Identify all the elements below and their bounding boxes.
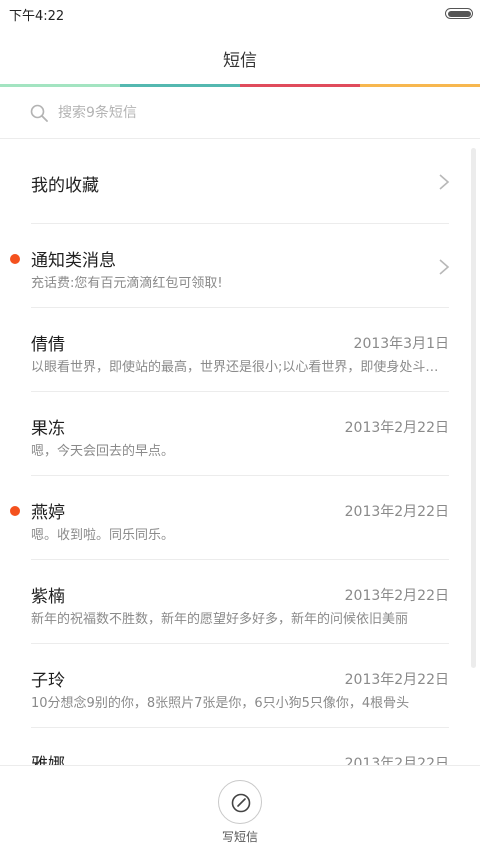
chevron-right-icon <box>439 259 450 275</box>
conversation-date: 2013年2月22日 <box>344 588 449 604</box>
status-time: 下午4:22 <box>9 9 65 24</box>
messages-screen: 下午4:22 短信 我的收藏通知类消息充话费:您有百元滴滴红包可领取!倩倩以眼看… <box>0 0 480 853</box>
conversation-title: 雅娜 <box>31 755 65 765</box>
conversation-row[interactable]: 我的收藏 <box>0 140 480 224</box>
bottom-bar: 写短信 <box>0 765 480 853</box>
status-bar: 下午4:22 <box>0 0 480 28</box>
compose-icon <box>231 793 251 813</box>
conversation-row[interactable]: 雅娜 2013年2月22日 <box>0 728 480 765</box>
conversation-list[interactable]: 我的收藏 通知类消息 充话费:您有百元滴滴红包可领取! 倩倩 以眼看世界，即使站的最高，… <box>0 140 480 765</box>
conversation-date: 2013年2月22日 <box>344 672 449 688</box>
conversation-date: 2013年2月22日 <box>344 756 449 765</box>
conversation-title: 果冻 <box>31 419 65 439</box>
conversation-preview: 10分想念9别的你，8张照片7张是你，6只小狗5只像你，4根骨头 <box>31 696 410 711</box>
conversation-date: 2013年2月22日 <box>344 504 449 520</box>
search-input[interactable] <box>58 101 438 125</box>
compose-label: 写短信 <box>221 830 258 844</box>
conversation-row[interactable]: 燕婷嗯。收到啦。同乐同乐。 2013年2月22日 <box>0 476 480 560</box>
conversation-title: 燕婷 <box>31 503 65 523</box>
compose-button[interactable] <box>218 780 262 824</box>
conversation-title: 紫楠 <box>31 587 65 607</box>
page-title: 短信 <box>223 51 257 71</box>
conversation-date: 2013年3月1日 <box>353 336 449 352</box>
search-bar[interactable] <box>0 87 480 139</box>
conversation-title: 子玲 <box>31 671 65 691</box>
unread-dot <box>10 254 20 264</box>
conversation-date: 2013年2月22日 <box>344 420 449 436</box>
conversation-title: 通知类消息 <box>31 251 116 271</box>
conversation-preview: 嗯，今天会回去的早点。 <box>31 444 175 459</box>
conversation-title: 倩倩 <box>31 335 65 355</box>
conversation-preview: 嗯。收到啦。同乐同乐。 <box>31 528 175 543</box>
conversation-preview: 新年的祝福数不胜数，新年的愿望好多好多，新年的问候依旧美丽 <box>31 612 409 627</box>
conversation-title: 我的收藏 <box>31 176 99 196</box>
search-icon <box>30 104 48 122</box>
conversation-row[interactable]: 果冻嗯，今天会回去的早点。 2013年2月22日 <box>0 392 480 476</box>
scrollbar[interactable] <box>471 148 476 668</box>
battery-icon <box>445 8 473 19</box>
conversation-row[interactable]: 倩倩以眼看世界，即使站的最高，世界还是很小;以心看世界，即使身处斗室，世界也很大… <box>0 308 480 392</box>
battery-level <box>447 10 471 17</box>
conversation-row[interactable]: 子玲 10分想念9别的你，8张照片7张是你，6只小狗5只像你，4根骨头 2013年2… <box>0 644 480 728</box>
conversation-row[interactable]: 通知类消息充话费:您有百元滴滴红包可领取! <box>0 224 480 308</box>
conversation-preview: 以眼看世界，即使站的最高，世界还是很小;以心看世界，即使身处斗室，世界也很大 <box>31 360 449 375</box>
conversation-row[interactable]: 紫楠新年的祝福数不胜数，新年的愿望好多好多，新年的问候依旧美丽 2013年2月22… <box>0 560 480 644</box>
chevron-right-icon <box>439 174 450 190</box>
title-bar: 短信 <box>0 28 480 84</box>
conversation-preview: 充话费:您有百元滴滴红包可领取! <box>31 276 223 291</box>
unread-dot <box>10 506 20 516</box>
